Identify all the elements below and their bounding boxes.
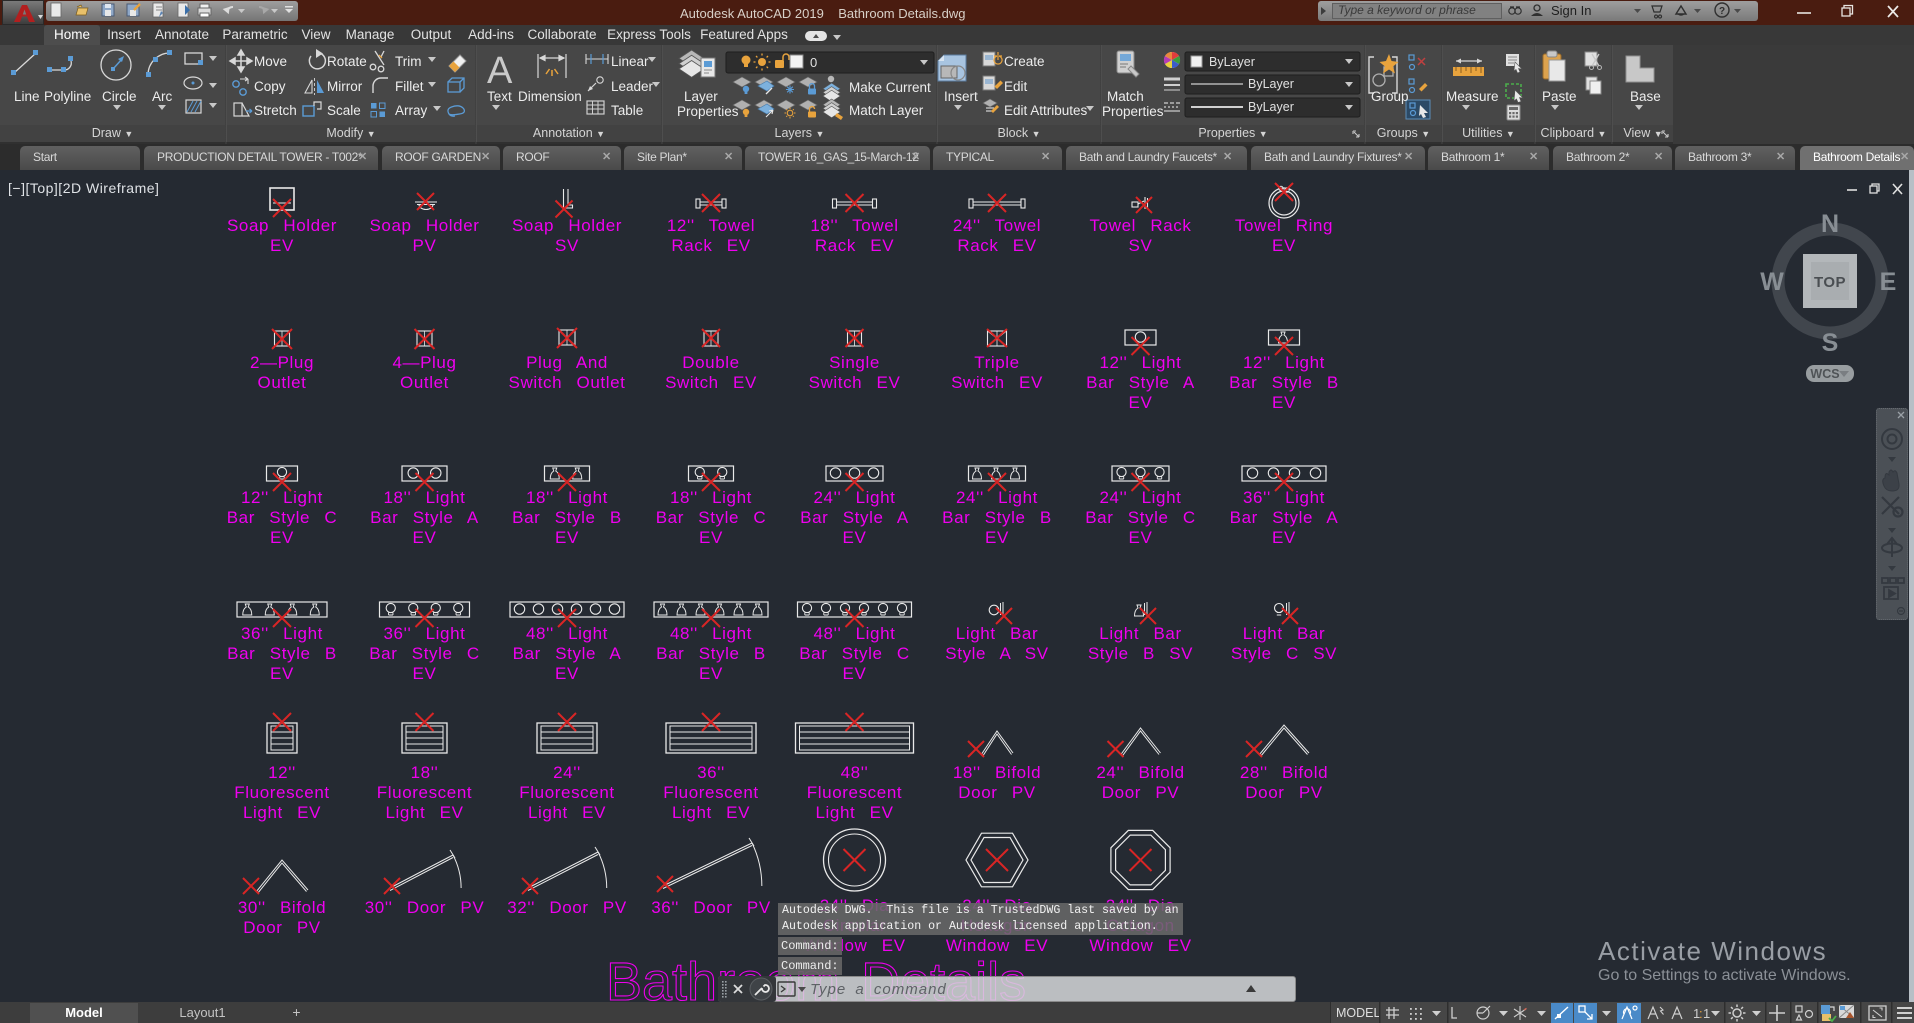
svg-text:N: N — [1821, 210, 1839, 238]
svg-text:ByLayer: ByLayer — [1209, 55, 1255, 69]
svg-text:ByLayer: ByLayer — [1248, 100, 1294, 114]
svg-text:S: S — [1822, 329, 1839, 357]
svg-text:A: A — [487, 50, 513, 92]
svg-text:TOP: TOP — [1814, 274, 1846, 291]
svg-text:Sign In: Sign In — [1551, 3, 1591, 18]
svg-text:WCS: WCS — [1810, 367, 1839, 381]
svg-text:W: W — [1760, 268, 1784, 296]
svg-text:ByLayer: ByLayer — [1248, 77, 1294, 91]
svg-text:0: 0 — [810, 55, 817, 70]
svg-text:E: E — [1880, 268, 1897, 296]
svg-text:?: ? — [1719, 6, 1725, 17]
svg-text:Type a command: Type a command — [810, 981, 947, 998]
svg-text:1: 1 — [1703, 1006, 1710, 1021]
